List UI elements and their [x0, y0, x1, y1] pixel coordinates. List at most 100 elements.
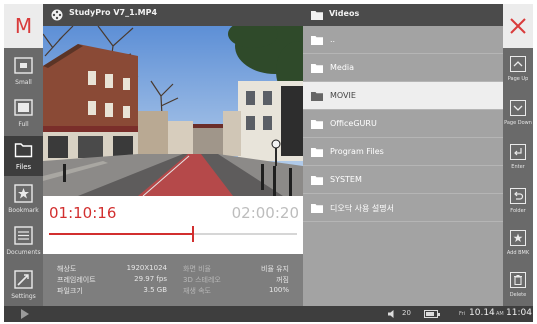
video-file-name: StudyPro V7_1.MP4	[69, 8, 158, 17]
info-label: 재생 속도	[183, 287, 211, 295]
enter-icon	[510, 144, 526, 160]
folder-name: SYSTEM	[330, 175, 362, 184]
sidebar-item-label: Small	[15, 79, 32, 86]
sidebar-item-small[interactable]: Small	[4, 52, 43, 92]
folder-name: 디오닥 사용 설명서	[330, 204, 394, 213]
folder-up-button[interactable]: Folder	[503, 184, 533, 226]
sidebar-item-label: Bookmark	[8, 207, 39, 214]
info-value: 1920X1024	[126, 264, 167, 272]
volume-icon[interactable]	[388, 310, 398, 318]
folder-icon	[311, 148, 323, 157]
folder-row[interactable]: SYSTEM	[303, 166, 503, 194]
folder-label: Folder	[510, 208, 526, 214]
info-value: 꺼짐	[276, 276, 289, 284]
close-icon	[510, 18, 526, 34]
file-list: .. Media MOVIE OfficeGURU Program Files …	[303, 26, 503, 306]
folder-name: OfficeGURU	[330, 119, 377, 128]
folder-row[interactable]: Program Files	[303, 138, 503, 166]
sidebar-item-label: Settings	[11, 293, 36, 300]
seek-handle[interactable]	[191, 226, 194, 242]
am-pm: AM	[496, 311, 504, 317]
seek-bar-fill	[49, 233, 193, 235]
folder-name: Program Files	[330, 147, 384, 156]
folder-name: Media	[330, 63, 355, 72]
info-value: 3.5 GB	[143, 286, 167, 294]
page-up-label: Page Up	[507, 76, 529, 82]
battery-icon	[424, 310, 440, 318]
video-title-bar: StudyPro V7_1.MP4	[43, 4, 303, 26]
day-of-week: Fri	[459, 311, 465, 317]
info-label: 3D 스테레오	[183, 276, 221, 284]
street-scene-image	[43, 26, 303, 196]
right-sidebar: Page Up Page Down Enter Folder Add BMK D…	[503, 4, 533, 306]
browser-header: Videos	[303, 4, 503, 26]
sidebar-item-full[interactable]: Full	[4, 94, 43, 134]
status-bar: 20 Fri 10.14 AM 11:04	[4, 306, 533, 322]
folder-name: MOVIE	[330, 91, 356, 100]
info-value: 29.97 fps	[134, 275, 167, 283]
sidebar-item-label: Files	[15, 163, 32, 171]
folder-row-selected[interactable]: MOVIE	[303, 82, 503, 110]
info-row: 파일크기 3.5 GB 재생 속도 100%	[43, 286, 303, 298]
browser-title: Videos	[329, 9, 360, 18]
trash-icon	[510, 272, 526, 288]
enter-button[interactable]: Enter	[503, 140, 533, 182]
film-reel-icon	[51, 9, 63, 21]
playback-panel: 01:10:16 02:00:20	[43, 196, 303, 254]
battery-level	[426, 312, 434, 316]
video-frame[interactable]	[43, 26, 303, 196]
document-icon	[14, 226, 33, 245]
small-screen-icon	[14, 57, 33, 74]
delete-button[interactable]: Delete	[503, 268, 533, 310]
folder-row[interactable]: Media	[303, 54, 503, 82]
info-label: 파일크기	[57, 287, 83, 295]
seek-bar[interactable]	[49, 226, 297, 242]
close-button[interactable]	[503, 4, 533, 48]
folder-icon	[311, 204, 323, 213]
info-value: 100%	[268, 286, 289, 294]
info-label: 프레임레이트	[57, 276, 96, 284]
full-screen-icon	[14, 99, 33, 116]
add-bookmark-label: Add BMK	[506, 250, 530, 256]
page-up-button[interactable]: Page Up	[503, 52, 533, 94]
info-value: 비율 유지	[261, 265, 289, 273]
folder-return-icon	[510, 188, 526, 204]
sidebar-item-files[interactable]: Files	[4, 136, 43, 176]
page-down-button[interactable]: Page Down	[503, 96, 533, 138]
folder-row[interactable]: OfficeGURU	[303, 110, 503, 138]
clock-time: 11:04	[506, 308, 532, 318]
chevron-up-icon	[510, 56, 526, 72]
sidebar-item-label: Documents	[6, 249, 41, 256]
info-label: 화면 비율	[183, 265, 211, 273]
settings-icon	[14, 270, 33, 289]
player-window: M Small Full Files Bookmark Documents Se…	[4, 4, 533, 322]
folder-icon	[311, 92, 323, 101]
date: 10.14	[469, 308, 495, 318]
enter-label: Enter	[511, 164, 525, 170]
current-time: 01:10:16	[49, 204, 117, 222]
folder-name: ..	[330, 35, 336, 44]
sidebar-item-bookmark[interactable]: Bookmark	[4, 180, 43, 220]
add-bookmark-icon	[510, 230, 526, 246]
volume-level: 20	[402, 309, 411, 317]
page-down-label: Page Down	[504, 120, 532, 126]
folder-icon	[14, 143, 33, 158]
delete-label: Delete	[509, 292, 527, 298]
left-sidebar: M Small Full Files Bookmark Documents Se…	[4, 4, 43, 306]
folder-icon	[311, 176, 323, 185]
app-logo: M	[4, 4, 43, 48]
folder-row[interactable]: 디오닥 사용 설명서	[303, 194, 503, 222]
add-bookmark-button[interactable]: Add BMK	[503, 226, 533, 268]
folder-icon	[311, 120, 323, 129]
bookmark-star-icon	[14, 184, 33, 203]
info-label: 해상도	[57, 265, 77, 273]
total-duration: 02:00:20	[231, 204, 299, 222]
folder-icon	[311, 11, 323, 20]
folder-row[interactable]: ..	[303, 26, 503, 54]
sidebar-item-settings[interactable]: Settings	[4, 266, 43, 306]
folder-icon	[311, 64, 323, 73]
play-icon[interactable]	[21, 309, 29, 319]
folder-icon	[311, 36, 323, 45]
sidebar-item-label: Full	[18, 121, 29, 128]
sidebar-item-documents[interactable]: Documents	[4, 222, 43, 262]
